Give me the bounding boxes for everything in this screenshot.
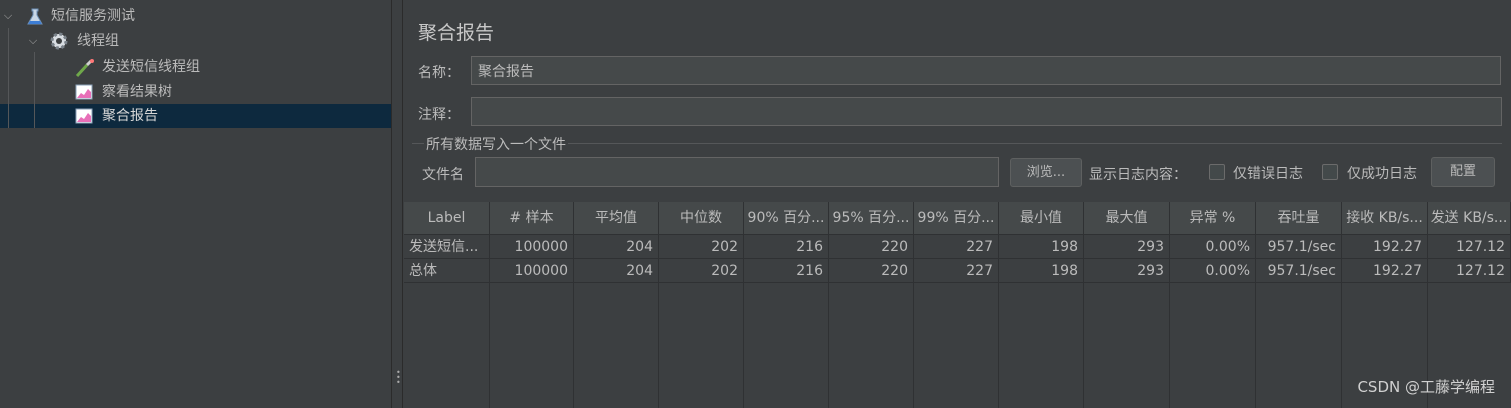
table-cell[interactable]: 0.00% xyxy=(1170,259,1256,283)
comment-label: 注释： xyxy=(418,107,460,123)
table-cell[interactable]: 100000 xyxy=(490,259,574,283)
errors-only-label: 仅错误日志 xyxy=(1233,166,1303,182)
results-table: Label # 样本 平均值 中位数 90% 百分... 95% 百分... 99% 百分.… xyxy=(404,202,1511,408)
grip-icon: • • • xyxy=(396,368,401,387)
table-cell[interactable]: 总体 xyxy=(404,259,490,283)
name-label: 名称： xyxy=(418,65,460,81)
table-cell[interactable]: 204 xyxy=(574,235,659,259)
table-cell[interactable]: 100000 xyxy=(490,235,574,259)
tree-item-label: 短信服务测试 xyxy=(51,8,135,24)
table-cell[interactable]: 220 xyxy=(829,259,914,283)
tree-item-label: 察看结果树 xyxy=(102,84,172,100)
header-col-average[interactable]: 平均值 xyxy=(574,202,659,235)
column-divider xyxy=(1169,235,1170,408)
header-col-90-pct[interactable]: 90% 百分... xyxy=(744,202,829,235)
table-cell[interactable]: 127.12 xyxy=(1428,235,1511,259)
table-cell[interactable]: 957.1/sec xyxy=(1256,235,1342,259)
table-cell[interactable]: 227 xyxy=(914,259,999,283)
header-col-min[interactable]: 最小值 xyxy=(999,202,1084,235)
tree-item-label: 发送短信线程组 xyxy=(102,59,200,75)
header-col-95-pct[interactable]: 95% 百分... xyxy=(829,202,914,235)
filename-field[interactable] xyxy=(475,157,999,187)
header-col-received[interactable]: 接收 KB/s... xyxy=(1342,202,1428,235)
tree-item-thread-group[interactable]: ⌵ 线程组 xyxy=(0,29,391,53)
name-field[interactable] xyxy=(471,56,1501,85)
chart-icon xyxy=(75,84,93,100)
tree-item-send-sms[interactable]: 发送短信线程组 xyxy=(0,55,391,79)
config-button[interactable]: 配置 xyxy=(1431,157,1495,187)
column-divider xyxy=(1255,235,1256,408)
pipette-icon xyxy=(75,59,94,78)
column-divider xyxy=(743,235,744,408)
test-plan-tree: ⌵ 短信服务测试 ⌵ 线程组 发送短信线程组 察看结果树 聚合报告 xyxy=(0,0,391,408)
file-group-title: 所有数据写入一个文件 xyxy=(424,134,568,154)
table-cell[interactable]: 127.12 xyxy=(1428,259,1511,283)
column-divider xyxy=(573,235,574,408)
header-col-median[interactable]: 中位数 xyxy=(659,202,744,235)
splitter-handle[interactable]: • • • xyxy=(391,0,403,408)
table-cell[interactable]: 220 xyxy=(829,235,914,259)
table-cell[interactable]: 957.1/sec xyxy=(1256,259,1342,283)
watermark: CSDN @工藤学编程 xyxy=(1357,378,1495,396)
aggregate-report-panel: 聚合报告 名称： 注释： 所有数据写入一个文件 文件名 浏览... 显示日志内容… xyxy=(404,0,1511,408)
header-col-throughput[interactable]: 吞吐量 xyxy=(1256,202,1342,235)
chevron-down-icon[interactable]: ⌵ xyxy=(1,4,15,28)
table-cell[interactable]: 192.27 xyxy=(1342,259,1428,283)
column-divider xyxy=(998,235,999,408)
table-cell[interactable]: 204 xyxy=(574,259,659,283)
chart-icon xyxy=(75,108,93,124)
header-col-99-pct[interactable]: 99% 百分... xyxy=(914,202,999,235)
table-cell[interactable]: 192.27 xyxy=(1342,235,1428,259)
tree-item-label: 线程组 xyxy=(77,33,119,49)
table-cell[interactable]: 198 xyxy=(999,235,1084,259)
table-cell[interactable]: 216 xyxy=(744,259,829,283)
gear-icon xyxy=(49,31,68,50)
comment-field[interactable] xyxy=(471,97,1502,126)
column-divider xyxy=(1083,235,1084,408)
table-cell[interactable]: 202 xyxy=(659,235,744,259)
table-cell[interactable]: 198 xyxy=(999,259,1084,283)
table-cell[interactable]: 202 xyxy=(659,259,744,283)
tree-item-label: 聚合报告 xyxy=(102,108,158,124)
log-content-label: 显示日志内容： xyxy=(1089,167,1187,183)
column-divider xyxy=(1341,235,1342,408)
column-divider xyxy=(913,235,914,408)
page-title: 聚合报告 xyxy=(418,22,495,44)
tree-item-test-plan[interactable]: ⌵ 短信服务测试 xyxy=(0,4,391,28)
table-cell[interactable]: 227 xyxy=(914,235,999,259)
header-col-error[interactable]: 异常 % xyxy=(1170,202,1256,235)
table-cell[interactable]: 0.00% xyxy=(1170,235,1256,259)
group-divider xyxy=(412,143,1502,144)
success-only-checkbox[interactable] xyxy=(1322,164,1338,180)
table-cell[interactable]: 293 xyxy=(1084,259,1170,283)
chevron-down-icon[interactable]: ⌵ xyxy=(26,29,40,53)
column-divider xyxy=(828,235,829,408)
column-divider xyxy=(658,235,659,408)
table-cell[interactable]: 216 xyxy=(744,235,829,259)
header-col-sent[interactable]: 发送 KB/s... xyxy=(1428,202,1511,235)
tree-item-view-results[interactable]: 察看结果树 xyxy=(0,80,391,104)
success-only-label: 仅成功日志 xyxy=(1347,166,1417,182)
column-divider xyxy=(489,235,490,408)
tree-item-aggregate-report[interactable]: 聚合报告 xyxy=(0,104,391,128)
header-col-max[interactable]: 最大值 xyxy=(1084,202,1170,235)
table-cell[interactable]: 293 xyxy=(1084,235,1170,259)
filename-label: 文件名 xyxy=(422,167,464,183)
errors-only-checkbox[interactable] xyxy=(1209,164,1225,180)
flask-icon xyxy=(26,8,44,25)
header-col-label[interactable]: Label xyxy=(404,202,490,235)
browse-button[interactable]: 浏览... xyxy=(1010,158,1082,187)
header-col-samples[interactable]: # 样本 xyxy=(490,202,574,235)
table-cell[interactable]: 发送短信... xyxy=(404,235,490,259)
